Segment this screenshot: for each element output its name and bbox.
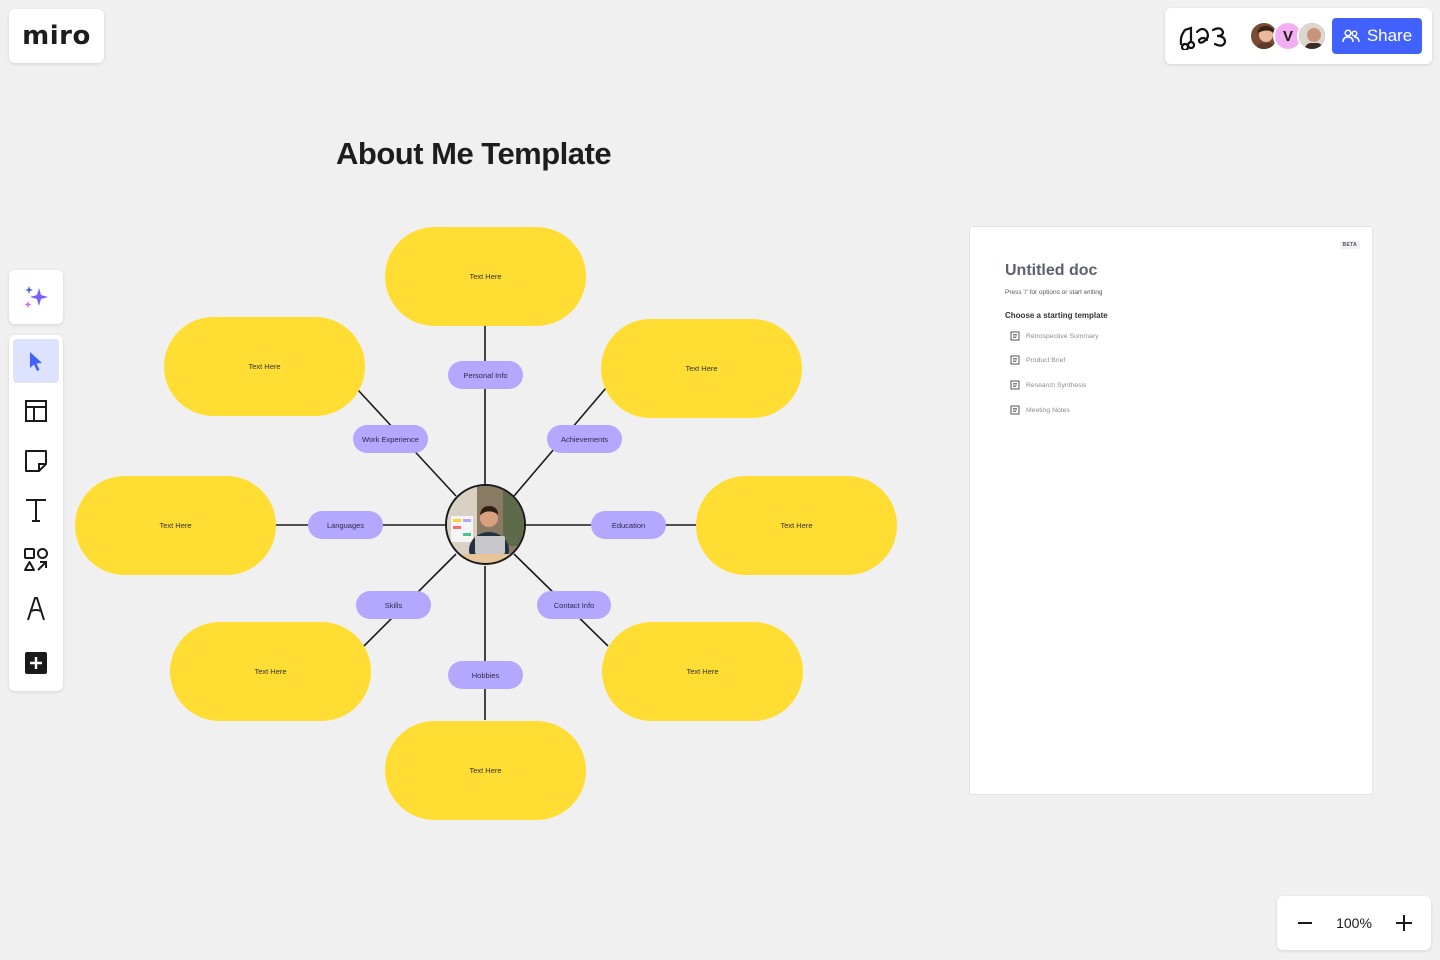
zoom-level[interactable]: 100% bbox=[1329, 915, 1379, 931]
reactions-squiggle-icon[interactable] bbox=[1177, 22, 1233, 50]
ai-sparkle-icon bbox=[24, 286, 48, 308]
pen-icon bbox=[27, 597, 45, 621]
category-languages[interactable]: Languages bbox=[308, 511, 383, 539]
template-chooser-heading: Choose a starting template bbox=[1005, 311, 1108, 320]
zoom-in-button[interactable] bbox=[1390, 909, 1418, 937]
share-button[interactable]: Share bbox=[1332, 18, 1422, 54]
template-option-label: Product Brief bbox=[1026, 356, 1066, 364]
zoom-out-button[interactable] bbox=[1291, 909, 1319, 937]
template-option-retrospective[interactable]: Retrospective Summary bbox=[1010, 330, 1099, 342]
doc-title[interactable]: Untitled doc bbox=[1005, 262, 1097, 280]
node-text-lower-left[interactable]: Text Here bbox=[170, 622, 371, 721]
document-icon bbox=[1010, 405, 1020, 415]
text-tool[interactable] bbox=[13, 488, 59, 532]
text-icon bbox=[26, 499, 46, 522]
template-option-label: Meeting Notes bbox=[1026, 406, 1070, 414]
document-icon bbox=[1010, 355, 1020, 365]
category-hobbies[interactable]: Hobbies bbox=[448, 661, 523, 689]
category-personal-info[interactable]: Personal Info bbox=[448, 361, 523, 389]
avatar-user-3[interactable] bbox=[1297, 21, 1327, 51]
add-more-tool[interactable] bbox=[13, 641, 59, 685]
document-icon bbox=[1010, 380, 1020, 390]
tool-palette bbox=[9, 335, 63, 691]
templates-icon bbox=[25, 400, 47, 422]
template-option-label: Retrospective Summary bbox=[1026, 332, 1099, 340]
category-achievements[interactable]: Achievements bbox=[547, 425, 622, 453]
minus-icon bbox=[1298, 922, 1312, 924]
template-option-label: Research Synthesis bbox=[1026, 381, 1087, 389]
logo-text: miro bbox=[22, 21, 91, 51]
sticky-note-icon bbox=[25, 450, 47, 472]
template-option-meeting-notes[interactable]: Meeting Notes bbox=[1010, 404, 1070, 416]
top-right-toolbar: V Share bbox=[1165, 8, 1432, 64]
select-tool[interactable] bbox=[13, 339, 59, 383]
ai-assistant-button[interactable] bbox=[9, 270, 63, 324]
node-text-upper-left[interactable]: Text Here bbox=[164, 317, 365, 416]
shapes-tool[interactable] bbox=[13, 538, 59, 582]
templates-tool[interactable] bbox=[13, 389, 59, 433]
select-cursor-icon bbox=[30, 352, 42, 371]
node-text-upper-right[interactable]: Text Here bbox=[601, 319, 802, 418]
category-education[interactable]: Education bbox=[591, 511, 666, 539]
board-title: About Me Template bbox=[336, 136, 612, 171]
miro-logo[interactable]: miro bbox=[9, 9, 104, 63]
pen-tool[interactable] bbox=[13, 587, 59, 631]
template-option-research-synthesis[interactable]: Research Synthesis bbox=[1010, 379, 1086, 391]
category-work-experience[interactable]: Work Experience bbox=[353, 425, 428, 453]
document-icon bbox=[1010, 331, 1020, 341]
zoom-controls: 100% bbox=[1277, 896, 1431, 950]
people-icon bbox=[1342, 29, 1360, 43]
doc-hint: Press '/' for options or start writing bbox=[1005, 289, 1103, 296]
share-label: Share bbox=[1366, 26, 1413, 45]
node-text-bottom[interactable]: Text Here bbox=[385, 721, 586, 820]
add-more-icon bbox=[25, 652, 47, 674]
doc-panel[interactable]: BETA Untitled doc Press '/' for options … bbox=[969, 226, 1373, 795]
sticky-note-tool[interactable] bbox=[13, 439, 59, 483]
center-profile-photo[interactable] bbox=[445, 484, 526, 565]
node-text-right[interactable]: Text Here bbox=[696, 476, 897, 575]
shapes-icon bbox=[24, 548, 48, 571]
category-skills[interactable]: Skills bbox=[356, 591, 431, 619]
node-text-left[interactable]: Text Here bbox=[75, 476, 276, 575]
template-option-product-brief[interactable]: Product Brief bbox=[1010, 354, 1065, 366]
node-text-top[interactable]: Text Here bbox=[385, 227, 586, 326]
category-contact-info[interactable]: Contact Info bbox=[537, 591, 611, 619]
node-text-lower-right[interactable]: Text Here bbox=[602, 622, 803, 721]
plus-icon bbox=[1396, 915, 1412, 931]
beta-badge: BETA bbox=[1339, 241, 1360, 249]
